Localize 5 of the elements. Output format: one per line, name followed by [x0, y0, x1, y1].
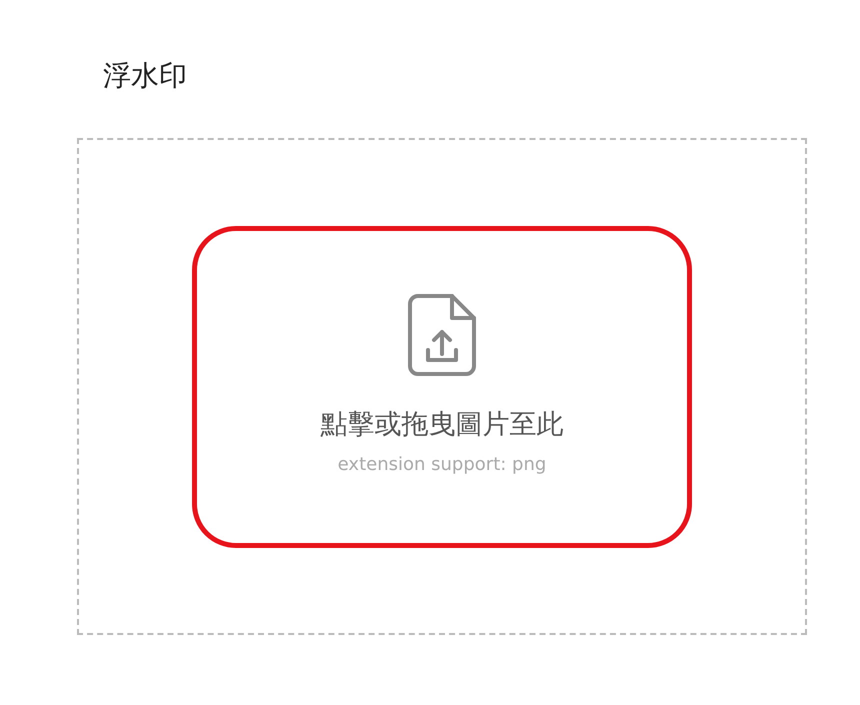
file-upload-icon — [408, 294, 476, 376]
section-title: 浮水印 — [103, 58, 188, 94]
drop-zone[interactable]: 點擊或拖曳圖片至此 extension support: png — [192, 226, 692, 548]
drop-instruction: 點擊或拖曳圖片至此 — [320, 408, 564, 442]
extension-hint: extension support: png — [338, 454, 546, 474]
